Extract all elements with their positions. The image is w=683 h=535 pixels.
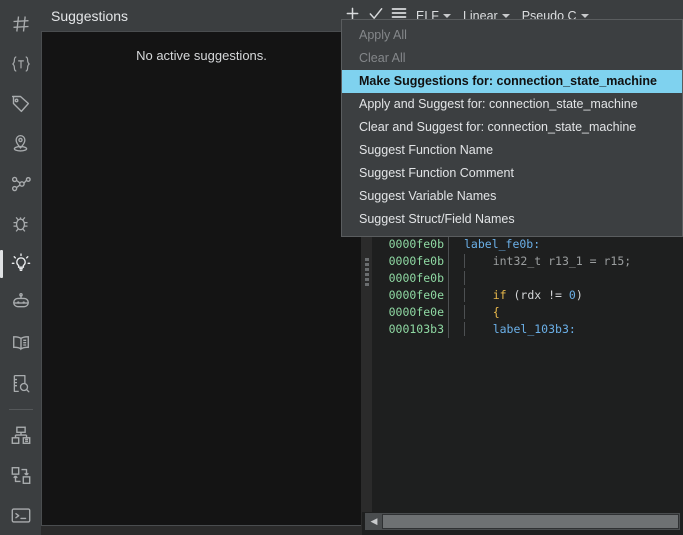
suggestions-dropdown-menu: Apply All Clear All Make Suggestions for: …	[341, 19, 683, 237]
sidebar-item-types[interactable]	[0, 44, 41, 84]
sidebar-item-hierarchy[interactable]	[0, 415, 41, 455]
suggestions-panel-body: No active suggestions.	[41, 31, 361, 526]
sitemap-icon	[10, 425, 32, 446]
code-source	[462, 270, 683, 287]
menu-suggest-function-comment[interactable]: Suggest Function Comment	[342, 162, 682, 185]
swap-compare-icon	[10, 465, 32, 486]
chevron-down-icon	[501, 13, 510, 18]
book-icon	[10, 333, 32, 353]
horizontal-scrollbar[interactable]: ◀	[365, 513, 680, 530]
code-source: if (rdx != 0)	[462, 287, 683, 304]
hash-icon	[11, 14, 31, 34]
code-gutter	[448, 287, 462, 304]
code-line[interactable]: 0000fe0e {	[372, 304, 683, 321]
bug-icon	[10, 213, 31, 234]
menu-suggest-function-name[interactable]: Suggest Function Name	[342, 139, 682, 162]
menu-clear-all: Clear All	[359, 51, 406, 65]
code-source: int32_t r13_1 = r15;	[462, 253, 683, 270]
grip-dots-icon	[365, 257, 369, 286]
sidebar-item-suggestions[interactable]	[0, 243, 41, 284]
code-address: 0000fe0b	[388, 237, 444, 251]
sidebar-item-bookmarks[interactable]	[0, 124, 41, 164]
sidebar-item-debugger[interactable]	[0, 204, 41, 244]
scroll-left-arrow-icon[interactable]: ◀	[366, 514, 382, 529]
code-source: label_fe0b:	[464, 237, 541, 251]
sidebar-item-diff[interactable]	[0, 455, 41, 495]
code-line[interactable]: 000103b3 label_103b3:	[372, 321, 683, 338]
code-gutter	[448, 321, 462, 338]
code-line[interactable]: 0000fe0b int32_t r13_1 = r15;	[372, 253, 683, 270]
menu-apply-all: Apply All	[359, 28, 407, 42]
sidebar-item-documentation[interactable]	[0, 323, 41, 363]
code-gutter	[448, 304, 462, 321]
sidebar-item-cross-references[interactable]	[0, 164, 41, 204]
code-gutter	[448, 253, 462, 270]
sidebar-item-console[interactable]	[0, 495, 41, 535]
chevron-down-icon	[580, 13, 589, 18]
book-search-icon	[10, 373, 31, 394]
code-address: 0000fe0b	[388, 254, 444, 268]
suggestions-panel-title: Suggestions	[41, 0, 341, 31]
tag-icon	[10, 93, 31, 114]
chevron-down-icon	[442, 13, 451, 18]
code-source: label_103b3:	[462, 321, 683, 338]
sidebar-divider	[8, 409, 33, 411]
robot-icon	[10, 293, 32, 313]
code-line[interactable]: 0000fe0b label_fe0b:	[372, 236, 683, 253]
scrollbar-thumb[interactable]	[383, 515, 678, 528]
menu-clear-and-suggest[interactable]: Clear and Suggest for: connection_state_…	[342, 116, 682, 139]
menu-make-suggestions[interactable]: Make Suggestions for: connection_state_m…	[342, 70, 682, 93]
application-window: Suggestions No active suggestions. ELF L…	[0, 0, 683, 535]
terminal-icon	[10, 506, 32, 525]
location-pin-icon	[10, 133, 31, 154]
menu-suggest-struct-field-names[interactable]: Suggest Struct/Field Names	[342, 208, 682, 231]
code-address: 0000fe0b	[388, 271, 444, 285]
lightbulb-icon	[10, 252, 32, 274]
code-address: 000103b3	[388, 322, 444, 336]
sidebar-item-tags[interactable]	[0, 84, 41, 124]
code-address: 0000fe0e	[388, 305, 444, 319]
code-source: {	[462, 304, 683, 321]
sidebar-item-assistant[interactable]	[0, 283, 41, 323]
menu-apply-and-suggest[interactable]: Apply and Suggest for: connection_state_…	[342, 93, 682, 116]
code-line[interactable]: 0000fe0b	[372, 270, 683, 287]
graph-nodes-icon	[10, 174, 32, 194]
sidebar-item-find[interactable]	[0, 363, 41, 403]
code-gutter	[448, 236, 462, 253]
menu-suggest-variable-names[interactable]: Suggest Variable Names	[342, 185, 682, 208]
sidebar-rail	[0, 0, 41, 535]
sidebar-item-symbols[interactable]	[0, 4, 41, 44]
empty-state-message: No active suggestions.	[136, 48, 267, 63]
code-address: 0000fe0e	[388, 288, 444, 302]
code-line[interactable]: 0000fe0e if (rdx != 0)	[372, 287, 683, 304]
types-icon	[10, 54, 32, 74]
code-gutter	[448, 270, 462, 287]
